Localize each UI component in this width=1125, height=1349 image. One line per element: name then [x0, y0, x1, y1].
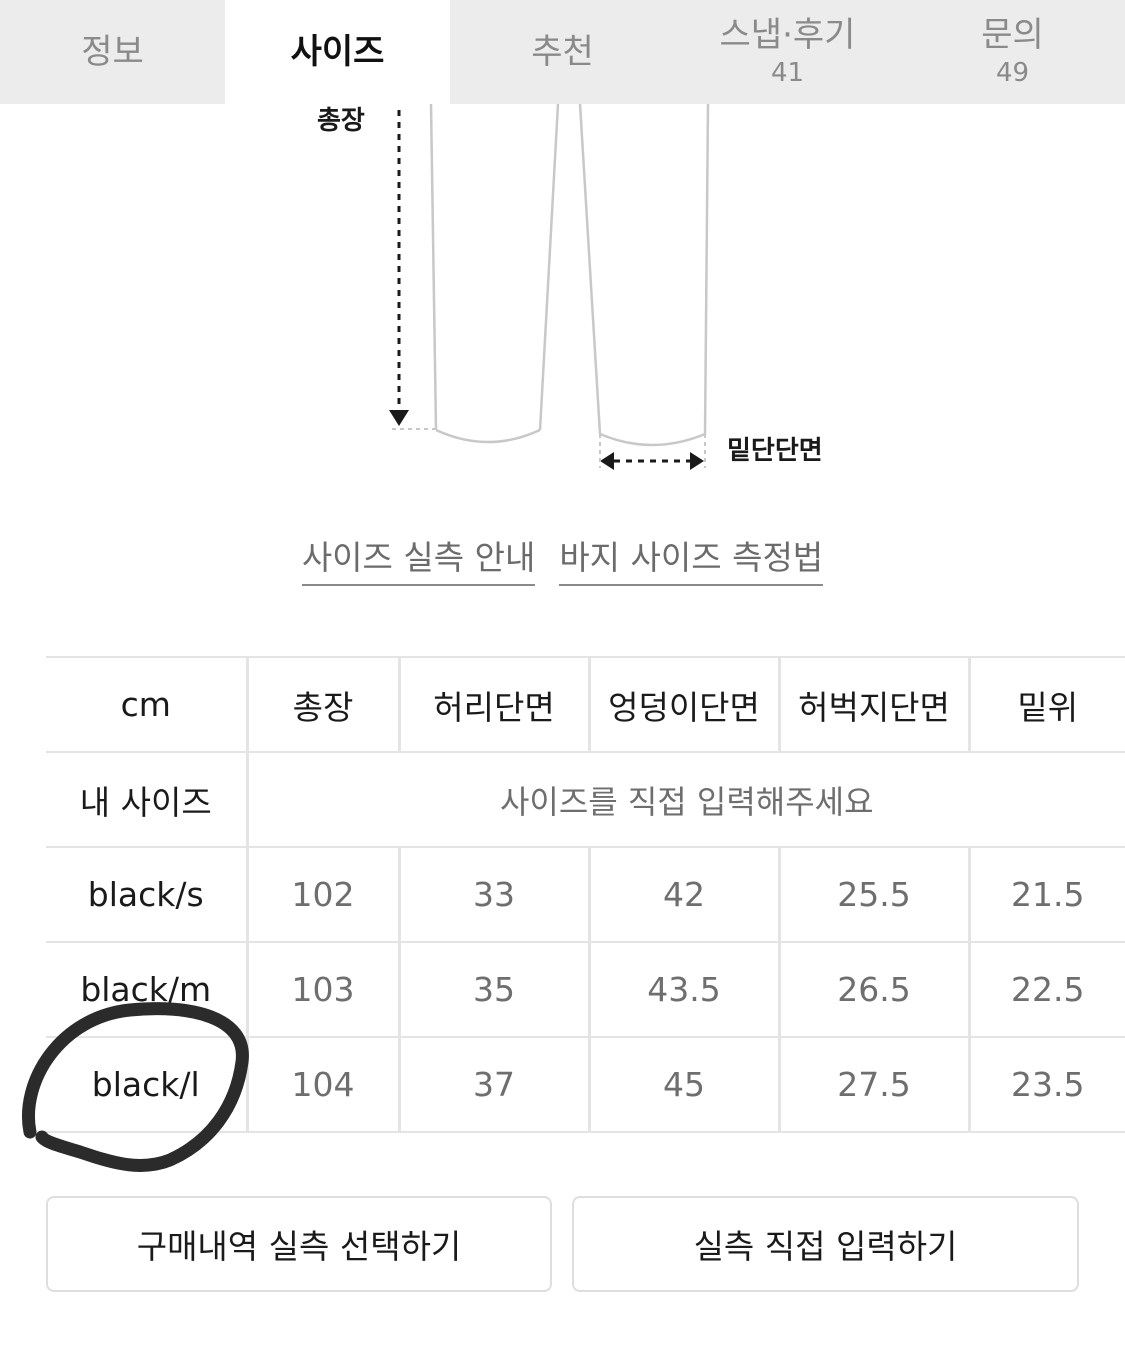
cell-rise: 21.5: [967, 846, 1125, 942]
tab-snap-review-count: 41: [770, 58, 805, 88]
tab-recommend-label: 추천: [531, 32, 594, 72]
cell-rise: 22.5: [967, 941, 1125, 1037]
cell-thigh: 27.5: [777, 1036, 969, 1133]
cell-total-length: 104: [247, 1036, 399, 1133]
cell-waist: 37: [397, 1036, 589, 1133]
header-rise: 밑위: [967, 656, 1125, 752]
tab-info[interactable]: 정보: [0, 0, 225, 104]
my-size-row[interactable]: 내 사이즈 사이즈를 직접 입력해주세요: [46, 751, 1125, 847]
tab-info-label: 정보: [81, 32, 144, 72]
total-length-label: 총장: [317, 106, 365, 136]
header-waist: 허리단면: [397, 656, 589, 752]
header-unit: cm: [46, 656, 249, 752]
tab-size[interactable]: 사이즈: [225, 0, 450, 104]
size-guide-link[interactable]: 사이즈 실측 안내: [301, 536, 536, 586]
tab-inquiry-count: 49: [995, 58, 1030, 88]
cell-thigh: 26.5: [777, 941, 969, 1037]
row-name: black/l: [46, 1036, 249, 1133]
size-table: cm 총장 허리단면 엉덩이단면 허벅지단면 밑위 내 사이즈 사이즈를 직접 …: [46, 656, 1125, 1133]
pants-measure-link[interactable]: 바지 사이즈 측정법: [559, 536, 824, 586]
tab-inquiry[interactable]: 문의 49: [900, 0, 1125, 104]
pants-illustration: [389, 103, 710, 470]
manual-measure-input-button[interactable]: 실측 직접 입력하기: [572, 1196, 1079, 1292]
cell-waist: 35: [397, 941, 589, 1037]
cell-hip: 42: [587, 846, 779, 942]
cell-hip: 45: [587, 1036, 779, 1133]
tab-snap-review-label: 스냅·후기: [719, 15, 856, 55]
hem-width-label: 밑단단면: [727, 436, 823, 466]
row-name: black/s: [46, 846, 249, 942]
tab-inquiry-label: 문의: [981, 15, 1044, 55]
my-size-input[interactable]: 사이즈를 직접 입력해주세요: [247, 751, 1125, 847]
cell-waist: 33: [397, 846, 589, 942]
header-hip: 엉덩이단면: [587, 656, 779, 752]
cell-thigh: 25.5: [777, 846, 969, 942]
cell-hip: 43.5: [587, 941, 779, 1037]
pants-diagram: 총장 밑단단면: [0, 103, 1125, 504]
tab-bar: 정보 사이즈 추천 스냅·후기 41 문의 49: [0, 0, 1125, 104]
header-thigh: 허벅지단면: [777, 656, 969, 752]
row-name: black/m: [46, 941, 249, 1037]
tab-size-label: 사이즈: [290, 32, 385, 72]
pants-outline: [429, 103, 710, 447]
hem-arrow-left: [600, 452, 614, 470]
cell-rise: 23.5: [967, 1036, 1125, 1133]
table-row: black/m 103 35 43.5 26.5 22.5: [46, 941, 1125, 1037]
total-length-arrowhead: [389, 410, 409, 426]
table-row: black/s 102 33 42 25.5 21.5: [46, 846, 1125, 942]
guide-links: 사이즈 실측 안내 바지 사이즈 측정법: [0, 536, 1125, 586]
tab-snap-review[interactable]: 스냅·후기 41: [675, 0, 900, 104]
my-size-label: 내 사이즈: [46, 751, 249, 847]
tab-recommend[interactable]: 추천: [450, 0, 675, 104]
cell-total-length: 102: [247, 846, 399, 942]
header-total-length: 총장: [247, 656, 399, 752]
table-row: black/l 104 37 45 27.5 23.5: [46, 1036, 1125, 1133]
cell-total-length: 103: [247, 941, 399, 1037]
purchase-history-measure-button[interactable]: 구매내역 실측 선택하기: [46, 1196, 552, 1292]
table-header-row: cm 총장 허리단면 엉덩이단면 허벅지단면 밑위: [46, 656, 1125, 752]
hem-arrow-right: [690, 452, 704, 470]
size-page: 정보 사이즈 추천 스냅·후기 41 문의 49 총장 밑단단면 사이즈 실측 …: [0, 0, 1125, 1349]
